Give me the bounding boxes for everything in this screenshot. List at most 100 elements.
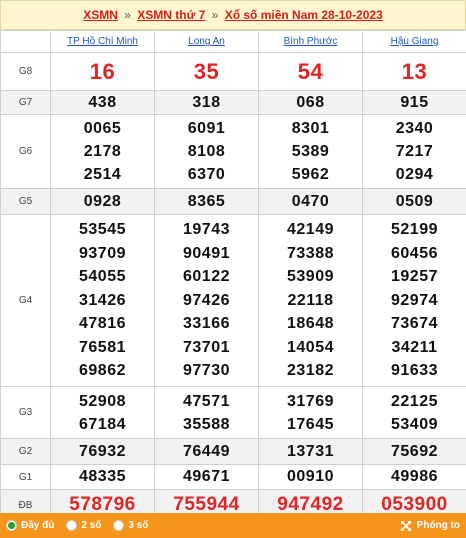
result-number: 97426	[183, 291, 230, 309]
result-cell: 0065 2178 2514	[50, 114, 155, 189]
result-cell: 19743 90491 60122 97426 33166 73701 97730	[154, 214, 259, 387]
result-number: 60456	[391, 244, 438, 262]
result-cell: 438	[50, 90, 155, 115]
result-number: 49986	[391, 468, 438, 485]
result-number: 97730	[183, 362, 230, 380]
option-3-digits[interactable]: 3 số	[113, 520, 148, 531]
result-cell: 0928	[50, 188, 155, 215]
result-number: 69862	[79, 362, 126, 380]
results-table: TP Hồ Chí Minh Long An Bình Phước Hậu Gi…	[0, 30, 466, 521]
province-link[interactable]: TP Hồ Chí Minh	[67, 36, 138, 47]
result-number: 47571	[183, 392, 230, 410]
result-number: 00910	[287, 468, 334, 485]
result-number: 13731	[287, 442, 334, 460]
breadcrumb-xsmn-saturday-link[interactable]: XSMN thứ 7	[137, 8, 205, 22]
result-number: 0509	[395, 192, 434, 210]
option-label: Đầy đủ	[21, 520, 55, 531]
option-full[interactable]: Đầy đủ	[6, 520, 54, 531]
prize-label: G6	[0, 114, 51, 189]
result-cell: 49986	[362, 464, 466, 490]
result-number: 35588	[183, 415, 230, 433]
radio-icon[interactable]	[66, 520, 78, 531]
prize-row: G5 0928 8365 0470 0509	[0, 188, 466, 215]
option-label: 3 số	[128, 520, 149, 531]
result-cell: 42149 73388 53909 22118 18648 14054 23182	[258, 214, 363, 387]
result-number: 42149	[287, 221, 334, 239]
prize-row: G7 438 318 068 915	[0, 90, 466, 115]
result-number: 0928	[83, 192, 122, 210]
breadcrumb-separator: »	[124, 8, 131, 22]
radio-icon[interactable]	[6, 520, 17, 531]
result-number: 47816	[79, 315, 126, 333]
result-number: 0065	[83, 120, 122, 137]
result-number: 67184	[79, 415, 126, 433]
result-number: 31426	[79, 291, 126, 309]
result-number: 068	[296, 93, 325, 111]
result-number: 22125	[391, 392, 438, 410]
result-number: 34211	[391, 338, 438, 356]
result-cell: 31769 17645	[258, 386, 363, 439]
prize-label: G4	[0, 214, 51, 387]
result-number: 8365	[187, 192, 226, 210]
result-number: 14054	[287, 338, 334, 356]
result-number: 35	[193, 58, 220, 84]
radio-icon[interactable]	[113, 520, 125, 531]
result-cell: 0509	[362, 188, 466, 215]
result-number: 5962	[291, 166, 330, 183]
result-number: 54	[297, 58, 324, 84]
result-cell: 53545 93709 54055 31426 47816 76581 69862	[50, 214, 155, 387]
result-number: 60122	[183, 268, 230, 286]
result-number: 5389	[291, 143, 330, 160]
province-link[interactable]: Long An	[188, 36, 225, 47]
result-number: 2514	[83, 166, 122, 183]
result-number: 73388	[287, 244, 334, 262]
zoom-label: Phóng to	[416, 520, 460, 531]
result-number: 73674	[391, 315, 438, 333]
result-number: 2340	[395, 120, 434, 137]
result-cell: 6091 8108 6370	[154, 114, 259, 189]
prize-row: G3 52908 67184 47571 35588 31769 17645 22125 534…	[0, 386, 466, 439]
result-number: 33166	[183, 315, 230, 333]
prize-label: G5	[0, 188, 51, 215]
province-header-row: TP Hồ Chí Minh Long An Bình Phước Hậu Gi…	[0, 30, 466, 53]
result-number: 16	[89, 58, 116, 84]
province-link[interactable]: Hậu Giang	[391, 36, 439, 47]
prize-row: G4 53545 93709 54055 31426 47816 76581 69862 197…	[0, 214, 466, 387]
result-number: 53409	[391, 415, 438, 433]
result-number: 7217	[395, 143, 434, 160]
result-number: 49671	[183, 468, 230, 485]
display-options-bar: Đầy đủ 2 số 3 số Phóng to	[0, 513, 466, 538]
option-label: 2 số	[81, 520, 102, 531]
province-link[interactable]: Bình Phước	[284, 36, 338, 47]
prize-label: G2	[0, 438, 51, 465]
zoom-button[interactable]: Phóng to	[400, 520, 460, 532]
result-number: 23182	[287, 362, 334, 380]
breadcrumb-xsmn-link[interactable]: XSMN	[83, 8, 118, 22]
prize-row: G6 0065 2178 2514 6091 8108 6370 8301 5389 5962 23…	[0, 114, 466, 189]
result-cell: 52199 60456 19257 92974 73674 34211 91633	[362, 214, 466, 387]
result-number: 19743	[183, 221, 230, 239]
result-number: 54055	[79, 268, 126, 286]
result-number: 52199	[391, 221, 438, 239]
corner-cell	[0, 30, 51, 53]
breadcrumb-date-link[interactable]: Xổ số miền Nam 28-10-2023	[225, 8, 383, 22]
result-number: 31769	[287, 392, 334, 410]
option-2-digits[interactable]: 2 số	[66, 520, 101, 531]
result-cell: 16	[50, 52, 155, 91]
prize-row: G1 48335 49671 00910 49986	[0, 464, 466, 490]
result-number: 73701	[183, 338, 230, 356]
prize-label: G1	[0, 464, 51, 490]
result-number: 92974	[391, 291, 438, 309]
result-cell: 00910	[258, 464, 363, 490]
result-cell: 068	[258, 90, 363, 115]
result-number: 318	[192, 93, 221, 111]
result-cell: 54	[258, 52, 363, 91]
expand-icon	[400, 520, 411, 531]
prize-row: G8 16 35 54 13	[0, 52, 466, 91]
result-number: 53909	[287, 268, 334, 286]
result-number: 19257	[391, 268, 438, 286]
result-cell: 22125 53409	[362, 386, 466, 439]
result-cell: 35	[154, 52, 259, 91]
result-number: 22118	[287, 291, 334, 309]
result-number: 438	[88, 93, 117, 111]
